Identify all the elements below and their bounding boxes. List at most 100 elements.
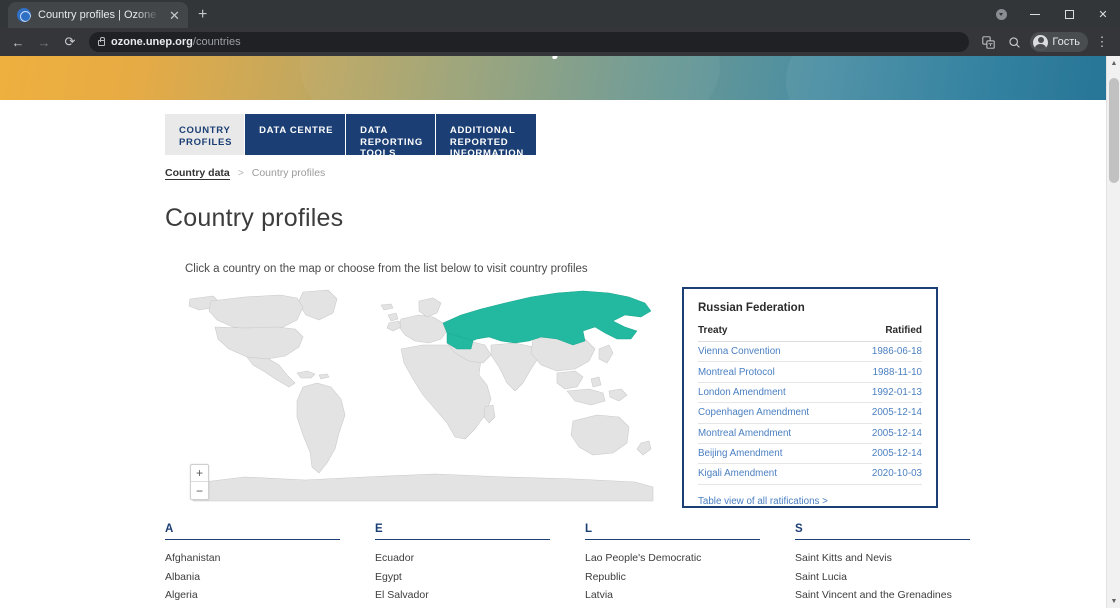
window-close-icon[interactable]: ✕ [1086,0,1120,28]
column-letter-heading: A [165,523,340,540]
new-tab-icon[interactable]: + [198,7,207,23]
search-icon[interactable] [1002,30,1026,54]
map-and-panel-row: + − Russian Federation Treaty Ratified V… [185,287,1106,509]
url-path: /countries [192,36,241,48]
list-item[interactable]: Saint Lucia [795,568,1005,587]
list-item[interactable]: Ecuador [375,549,585,568]
list-item[interactable]: Albania [165,568,375,587]
treaty-ratified-date[interactable]: 2005-12-14 [852,402,922,424]
profile-button[interactable]: Гость [1030,32,1088,52]
browser-tab[interactable]: Country profiles | Ozone Secretariat ✕ [8,2,188,28]
translate-icon[interactable] [976,30,1000,54]
treaty-link[interactable]: Montreal Protocol [698,361,853,383]
tab-close-icon[interactable]: ✕ [167,9,182,22]
breadcrumb-parent[interactable]: Country data [165,167,230,180]
table-row: Kigali Amendment 2020-10-03 [698,463,922,485]
table-row: London Amendment 1992-01-13 [698,382,922,404]
map-zoom-controls: + − [190,464,209,500]
column-header-treaty: Treaty [698,325,853,342]
panel-country-name: Russian Federation [698,302,805,314]
page-title: Country profiles [165,204,344,232]
minimize-icon[interactable] [1018,0,1052,28]
nav-tab-3[interactable]: ADDITIONAL REPORTED INFORMATION [435,114,537,159]
list-item[interactable]: Afghanistan [165,549,375,568]
avatar [1033,34,1049,50]
address-bar[interactable]: ozone.unep.org/countries [89,32,970,52]
treaty-link[interactable]: Beijing Amendment [698,443,853,465]
url-text: ozone.unep.org/countries [111,36,241,48]
ratifications-table: Treaty Ratified Vienna Convention 1986-06… [698,325,922,485]
list-item[interactable]: Algeria [165,586,375,605]
list-item[interactable]: Egypt [375,568,585,587]
map-zoom-out-button[interactable]: − [191,482,208,499]
maximize-icon[interactable] [1052,0,1086,28]
world-map-svg [188,289,654,502]
banner-decoration-2 [300,56,720,100]
table-header-row: Treaty Ratified [698,325,922,342]
treaty-ratified-date[interactable]: 1986-06-18 [852,341,922,363]
nav-tab-2[interactable]: DATA REPORTING TOOLS [346,114,436,159]
nav-tab-0[interactable]: COUNTRY PROFILES [165,114,246,155]
treaty-ratified-date[interactable]: 1988-11-10 [852,361,922,383]
country-column-A: A AfghanistanAlbaniaAlgeriaAndorraAngola [165,523,375,608]
column-letter-heading: E [375,523,550,540]
treaty-link[interactable]: Montreal Amendment [698,423,853,444]
browser-window: Country profiles | Ozone Secretariat ✕ +… [0,0,1120,608]
treaty-ratified-date[interactable]: 2005-12-14 [852,443,922,465]
nav-tab-1[interactable]: DATA CENTRE [245,114,347,155]
scroll-up-arrow-icon[interactable]: ▲ [1107,56,1120,70]
list-item[interactable]: El Salvador [375,586,585,605]
treaty-ratified-date[interactable]: 2005-12-14 [852,423,922,444]
map-zoom-in-button[interactable]: + [191,465,208,482]
country-index-columns: A AfghanistanAlbaniaAlgeriaAndorraAngolaE… [165,523,1106,608]
treaty-link[interactable]: Copenhagen Amendment [698,402,853,424]
world-map[interactable]: + − [185,287,657,509]
table-view-link[interactable]: Table view of all ratifications > [698,496,922,507]
country-list: Saint Kitts and Nevis Saint Lucia Saint Vi… [795,549,1005,608]
lock-icon [98,37,105,46]
list-item[interactable]: Republic [585,568,795,587]
column-letter-heading: L [585,523,760,540]
table-row: Beijing Amendment 2005-12-14 [698,443,922,465]
treaty-ratified-date[interactable]: 1992-01-13 [852,382,922,404]
table-row: Copenhagen Amendment 2005-12-14 [698,402,922,424]
list-item[interactable]: Saint Kitts and Nevis [795,549,1005,568]
url-domain: ozone.unep.org [111,36,193,48]
download-indicator-icon[interactable] [984,0,1018,28]
breadcrumb-current: Country profiles [251,167,326,179]
treaty-link[interactable]: Kigali Amendment [698,463,853,485]
country-column-S: S Saint Kitts and Nevis Saint Lucia Saint V… [795,523,1005,608]
banner-decoration [786,56,1106,100]
country-info-panel: Russian Federation Treaty Ratified Vienn… [682,287,938,508]
back-arrow-icon[interactable]: ← [6,30,30,54]
page-viewport: COUNTRY PROFILES DATA CENTRE DATA REPORTIN… [0,56,1120,608]
column-letter-heading: S [795,523,970,540]
treaty-link[interactable]: Vienna Convention [698,341,853,363]
list-item[interactable]: Latvia [585,586,795,605]
list-item[interactable]: Saint Vincent and the Grenadines [795,586,1005,605]
column-header-ratified: Ratified [852,325,922,342]
table-row: Montreal Protocol 1988-11-10 [698,361,922,383]
treaty-link[interactable]: London Amendment [698,382,853,404]
country-column-L: L Lao People's DemocraticRepublicLatviaLe… [585,523,795,608]
page-intro-text: Click a country on the map or choose fro… [185,263,588,275]
forward-arrow-icon[interactable]: → [32,30,56,54]
page-scrollbar[interactable]: ▲ ▼ [1106,56,1120,608]
table-row: Vienna Convention 1986-06-18 [698,341,922,363]
window-controls: ✕ [984,0,1120,28]
scrollbar-thumb[interactable] [1109,78,1119,183]
kebab-menu-icon[interactable]: ⋮ [1090,30,1114,54]
list-item[interactable]: Lao People's Democratic [585,549,795,568]
scroll-down-arrow-icon[interactable]: ▼ [1107,594,1120,608]
country-column-E: E EcuadorEgyptEl SalvadorEquatorial Guine… [375,523,585,608]
section-nav: COUNTRY PROFILES DATA CENTRE DATA REPORTIN… [165,114,1106,159]
table-row: Montreal Amendment 2005-12-14 [698,423,922,444]
treaty-ratified-date[interactable]: 2020-10-03 [852,463,922,485]
breadcrumb: Country data > Country profiles [165,167,1106,180]
reload-icon[interactable]: ⟳ [58,30,82,54]
ratifications-table-body: Vienna Convention 1986-06-18 Montreal Prot… [698,341,922,485]
country-list: EcuadorEgyptEl SalvadorEquatorial Guinea… [375,549,585,608]
country-list: AfghanistanAlbaniaAlgeriaAndorraAngola [165,549,375,608]
tab-title: Country profiles | Ozone Secretariat [38,9,160,21]
site-banner [0,56,1106,100]
